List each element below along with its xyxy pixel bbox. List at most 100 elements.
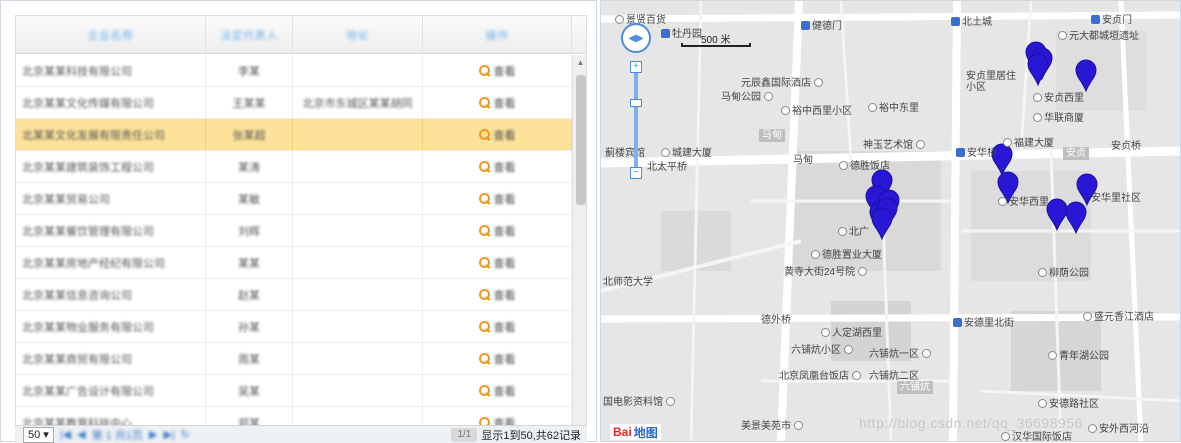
map-zoom-control: + −	[630, 61, 642, 181]
next-page-button[interactable]: ▶	[149, 428, 157, 441]
table-row[interactable]: 北京某某文化传媒有限公司 王某某 北京市东城区某某胡同 查看	[16, 87, 572, 119]
cell-representative: 吴某	[206, 375, 293, 406]
map-label: 安华里社区	[1091, 193, 1141, 204]
grid-panel: 企业名称 法定代表人 地址 操作 北京某某科技有限公司 李某 查看 北京某某文化传媒有…	[0, 0, 597, 443]
map-label: 人定湖西里	[819, 324, 882, 339]
table-row[interactable]: 北京某某商贸有限公司 周某 查看	[16, 343, 572, 375]
grid-scrollbar[interactable]: ▲ ▼	[572, 55, 586, 437]
map-label: 元大都城垣遗址	[1056, 27, 1139, 42]
map-label: 安贞西里	[1031, 89, 1084, 104]
map-label: 青年湖公园	[1046, 347, 1109, 362]
cell-operation[interactable]: 查看	[423, 311, 572, 342]
map-label: 北京凤凰台饭店	[779, 367, 863, 382]
search-icon[interactable]	[478, 193, 490, 204]
map-label: 福建大厦	[1001, 134, 1054, 149]
cell-operation[interactable]: 查看	[423, 87, 572, 118]
map-label: 健德门	[801, 17, 842, 32]
table-row[interactable]: 北京某某科技有限公司 李某 查看	[16, 55, 572, 87]
map-label: 安华西里	[996, 193, 1049, 208]
table-row[interactable]: 北京某某餐饮管理有限公司 刘辉 查看	[16, 215, 572, 247]
prev-page-button[interactable]: ◀	[77, 428, 85, 441]
map-pan-control[interactable]: ◀▶	[621, 23, 651, 53]
cell-address	[293, 55, 423, 86]
search-icon[interactable]	[478, 385, 490, 396]
cell-representative: 某涛	[206, 151, 293, 182]
road-tag: 安贞	[1063, 147, 1089, 160]
map-label: 德胜置业大厦	[809, 246, 882, 261]
map-label: 安德里北街	[953, 314, 1014, 329]
table-row[interactable]: 北京某某物业服务有限公司 孙某 查看	[16, 311, 572, 343]
table-row[interactable]: 北京某某广告设计有限公司 吴某 查看	[16, 375, 572, 407]
cell-name: 北京某某科技有限公司	[16, 55, 206, 86]
map-label: 黄寺大街24号院	[784, 263, 869, 278]
column-header-name[interactable]: 企业名称	[16, 16, 206, 54]
column-header-address[interactable]: 地址	[293, 16, 423, 54]
map-label: 六铺炕二区	[869, 371, 919, 382]
cell-representative: 孙某	[206, 311, 293, 342]
search-icon[interactable]	[478, 321, 490, 332]
cell-address	[293, 183, 423, 214]
map-label: 北师范大学	[603, 277, 653, 288]
scroll-thumb[interactable]	[576, 75, 586, 205]
cell-name: 北京某某房地产经纪有限公司	[16, 247, 206, 278]
search-icon[interactable]	[478, 257, 490, 268]
search-icon[interactable]	[478, 161, 490, 172]
cell-address	[293, 247, 423, 278]
last-page-button[interactable]: ▶|	[163, 428, 174, 441]
map-label: 安贞里居住小区	[966, 71, 1016, 93]
table-row[interactable]: 北京某某贸易公司 某敏 查看	[16, 183, 572, 215]
search-icon[interactable]	[478, 97, 490, 108]
map-label: 城建大厦	[659, 144, 712, 159]
cell-name: 北京某某广告设计有限公司	[16, 375, 206, 406]
cell-operation[interactable]: 查看	[423, 151, 572, 182]
cell-name: 北京某某贸易公司	[16, 183, 206, 214]
map-label: 安德路社区	[1036, 395, 1099, 410]
table-row[interactable]: 北京某某房地产经纪有限公司 某某 查看	[16, 247, 572, 279]
cell-operation[interactable]: 查看	[423, 343, 572, 374]
search-icon[interactable]	[478, 353, 490, 364]
table-row[interactable]: 北京某某建筑装饰工程公司 某涛 查看	[16, 151, 572, 183]
map-label: 盛元香江酒店	[1081, 308, 1154, 323]
cell-address	[293, 311, 423, 342]
refresh-icon[interactable]: ↻	[181, 428, 190, 441]
map-label: 六铺炕	[897, 381, 933, 394]
cell-operation[interactable]: 查看	[423, 183, 572, 214]
map-label: 华联商厦	[1031, 109, 1084, 124]
cell-operation[interactable]: 查看	[423, 375, 572, 406]
map-label: 安贞桥	[1111, 141, 1141, 152]
cell-address	[293, 151, 423, 182]
map-label: 德胜饭店	[837, 157, 890, 172]
cell-name: 北京某某物业服务有限公司	[16, 311, 206, 342]
pager-info: 1/1 显示1到50,共62记录	[451, 427, 587, 443]
search-icon[interactable]	[478, 289, 490, 300]
cell-representative: 张某超	[206, 119, 293, 150]
table-row[interactable]: 北某某文化发展有限责任公司 张某超 查看	[16, 119, 572, 151]
cell-operation[interactable]: 查看	[423, 279, 572, 310]
zoom-in-button[interactable]: +	[630, 61, 642, 73]
cell-operation[interactable]: 查看	[423, 119, 572, 150]
table-row[interactable]: 北京某某信息咨询公司 赵某 查看	[16, 279, 572, 311]
search-icon[interactable]	[478, 225, 490, 236]
map-label: 柳荫公园	[1036, 264, 1089, 279]
search-icon[interactable]	[478, 129, 490, 140]
scroll-up-icon[interactable]: ▲	[573, 55, 586, 71]
page-nav-text: 第 1 共1页	[91, 429, 143, 442]
grid-body: 北京某某科技有限公司 李某 查看 北京某某文化传媒有限公司 王某某 北京市东城区某某胡同查…	[16, 55, 572, 437]
zoom-track[interactable]	[630, 73, 642, 167]
map-panel[interactable]: 景贤百货 牡丹园 健德门 北土城 安贞门 元大都城垣遗址 元辰鑫国际酒店 马甸公…	[600, 0, 1181, 442]
road-tag: 马甸	[759, 129, 785, 142]
column-header-representative[interactable]: 法定代表人	[206, 16, 293, 54]
baidu-map-logo: Bai 地图	[610, 424, 661, 440]
search-icon[interactable]	[478, 65, 490, 76]
column-header-operation[interactable]: 操作	[423, 16, 572, 54]
zoom-out-button[interactable]: −	[630, 167, 642, 179]
cell-operation[interactable]: 查看	[423, 215, 572, 246]
map-label: 牡丹园	[661, 25, 702, 40]
page-size-select[interactable]: 50 ▾	[23, 426, 54, 443]
first-page-button[interactable]: |◀	[60, 428, 71, 441]
cell-operation[interactable]: 查看	[423, 55, 572, 86]
cell-operation[interactable]: 查看	[423, 247, 572, 278]
cell-representative: 周某	[206, 343, 293, 374]
zoom-slider-handle[interactable]	[630, 98, 642, 107]
map-label: 北广	[836, 223, 869, 238]
